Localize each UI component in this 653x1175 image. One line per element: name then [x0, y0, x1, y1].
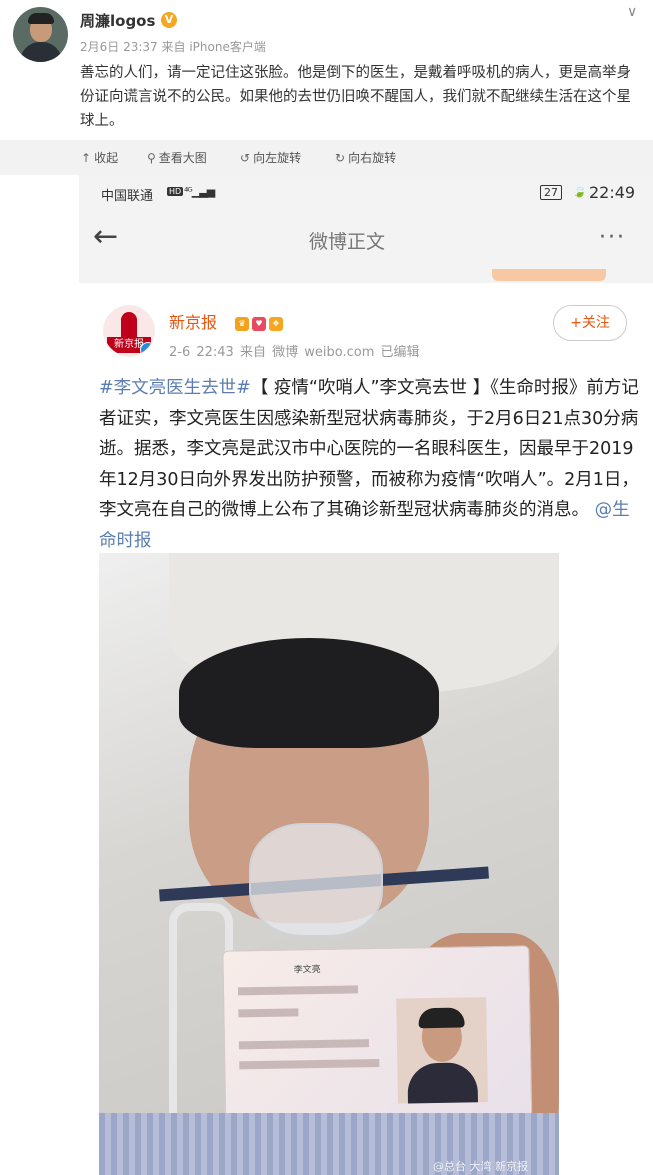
zoom-icon: ⚲: [147, 151, 156, 165]
signal-icon: ⁴ᴳ▁▃▅: [184, 185, 215, 198]
post-text: 善忘的人们，请一定记住这张脸。他是倒下的医生，是戴着呼吸机的病人，更是高举身份证…: [80, 65, 631, 129]
rotate-left-icon: ↺: [240, 151, 251, 165]
collapse-button[interactable]: ↑ 收起: [81, 149, 118, 166]
vip-badge-icon: ♛: [235, 317, 249, 331]
follow-button[interactable]: +关注: [553, 305, 627, 341]
status-bar: 中国联通 HD ⁴ᴳ▁▃▅ 27 🍃 22:49: [79, 175, 653, 211]
hashtag-link[interactable]: #李文亮医生去世#: [99, 378, 251, 398]
inner-post-client: 来自 微博 weibo.com: [239, 345, 375, 360]
source-name[interactable]: 新京报: [169, 309, 217, 333]
rotate-right-button[interactable]: ↻ 向右旋转: [335, 149, 396, 166]
view-large-button[interactable]: ⚲ 查看大图: [147, 149, 207, 166]
verified-blue-icon: ✓: [140, 342, 154, 356]
collapse-label: 收起: [94, 151, 119, 165]
carrier-label: 中国联通: [101, 189, 154, 204]
nav-title: 微博正文: [309, 231, 386, 253]
author-avatar[interactable]: [13, 7, 68, 62]
source-logo[interactable]: 新京报 ✓: [103, 305, 155, 357]
more-icon[interactable]: ···: [599, 225, 626, 250]
status-time: 22:49: [589, 183, 636, 202]
inner-post-body: 【 疫情“吹哨人”李文亮去世 】《生命时报》前方记者证实，李文亮医生因感染新型冠…: [99, 378, 639, 520]
banner-strip: [79, 269, 653, 283]
id-card-name: 李文亮: [293, 964, 321, 976]
rotate-left-button[interactable]: ↺ 向左旋转: [240, 149, 301, 166]
user-badges: ♛ ♥ ❖: [235, 311, 286, 331]
collapse-icon: ↑: [81, 151, 92, 165]
heart-badge-icon: ♥: [252, 317, 266, 331]
view-large-label: 查看大图: [158, 151, 207, 165]
inner-post-card: 新京报 ✓ 新京报 ♛ ♥ ❖ +关注 2-6 22:43 来自 微博 weibo.…: [79, 283, 653, 1175]
rotate-right-label: 向右旋转: [348, 151, 397, 165]
battery-icon: 27: [540, 185, 562, 200]
rotate-left-label: 向左旋转: [253, 151, 302, 165]
post-source: 来自 iPhone客户端: [161, 40, 266, 54]
photo-watermark: @总台 大湾 新京报: [433, 1160, 528, 1173]
gold-badge-icon: ❖: [269, 317, 283, 331]
embedded-screenshot: 中国联通 HD ⁴ᴳ▁▃▅ 27 🍃 22:49 ← 微博正文 ··· 新京报 …: [79, 175, 653, 1175]
inner-post-meta: 2-6 22:43 来自 微博 weibo.com 已编辑: [169, 341, 420, 360]
oxygen-mask: [249, 823, 383, 937]
inner-post-time: 2-6 22:43: [169, 345, 234, 360]
rotate-right-icon: ↻: [335, 151, 346, 165]
chevron-down-icon[interactable]: ∨: [627, 4, 637, 20]
inner-post-text: #李文亮医生去世#【 疫情“吹哨人”李文亮去世 】《生命时报》前方记者证实，李文…: [99, 373, 639, 556]
hd-icon: HD: [167, 187, 184, 196]
weibo-post: 周濂logos V ∨ 2月6日 23:37 来自 iPhone客户端 善忘的人…: [0, 0, 653, 140]
inner-post-edited: 已编辑: [380, 345, 420, 360]
patient-photo[interactable]: 李文亮 21078219 @总台 大湾 新京报: [99, 553, 559, 1175]
author-name[interactable]: 周濂logos: [80, 10, 155, 31]
nav-bar: ← 微博正文 ···: [79, 211, 653, 269]
leaf-icon: 🍃: [572, 184, 587, 198]
back-arrow-icon[interactable]: ←: [93, 219, 118, 254]
post-timestamp: 2月6日 23:37: [80, 40, 158, 54]
post-meta: 2月6日 23:37 来自 iPhone客户端: [80, 38, 266, 55]
image-actions-bar: ↑ 收起 ⚲ 查看大图 ↺ 向左旋转 ↻ 向右旋转: [0, 140, 653, 175]
verified-badge-icon: V: [161, 12, 177, 28]
